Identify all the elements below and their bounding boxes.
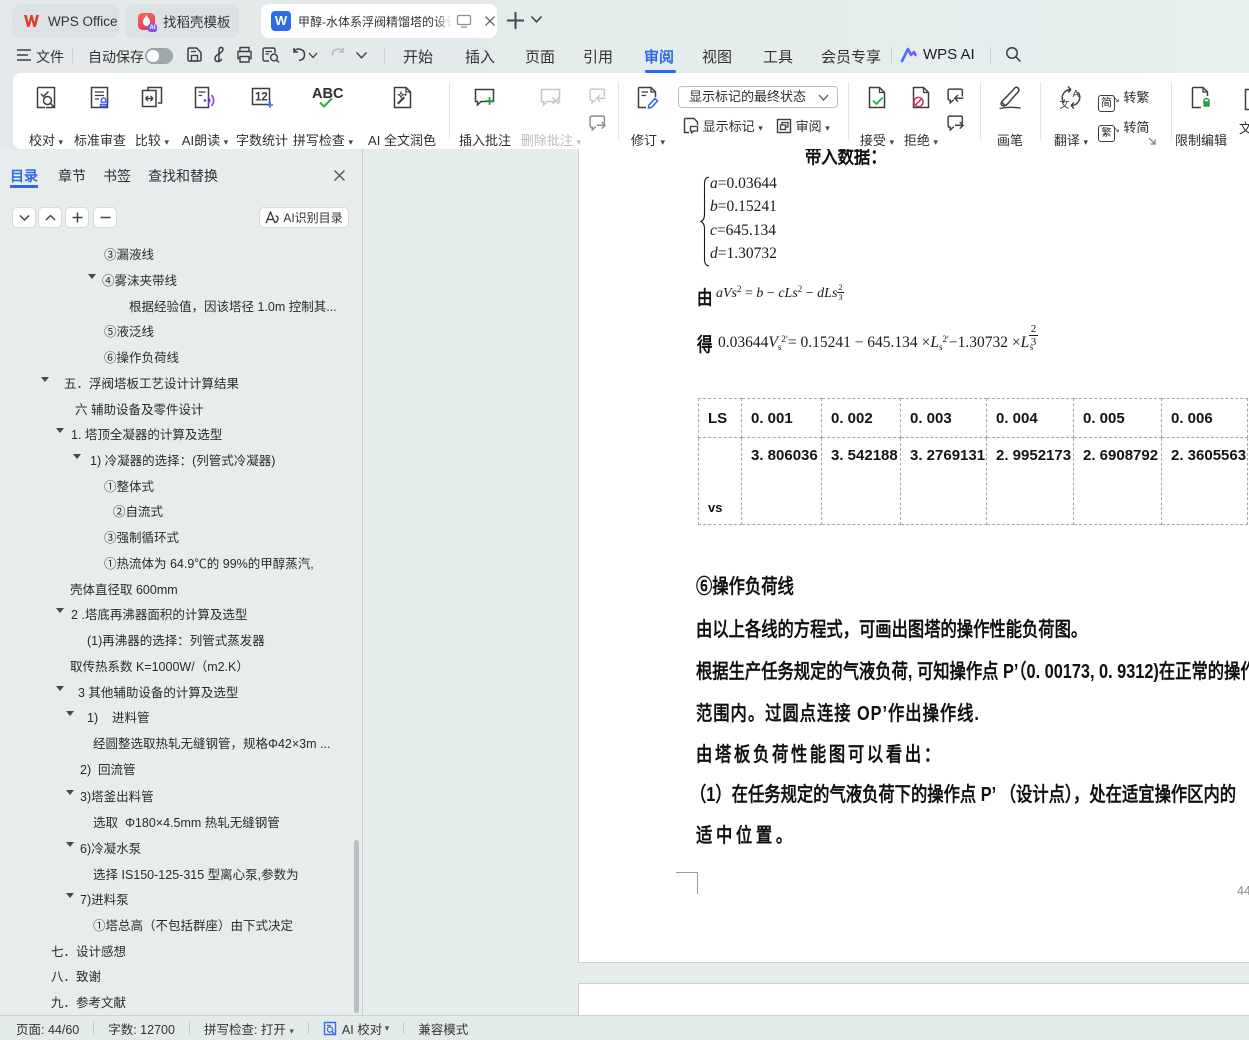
svg-text:12: 12 <box>255 92 268 104</box>
svg-text:A: A <box>1073 89 1080 100</box>
svg-text:文: 文 <box>1060 98 1070 110</box>
svg-text:ABC: ABC <box>312 86 344 102</box>
